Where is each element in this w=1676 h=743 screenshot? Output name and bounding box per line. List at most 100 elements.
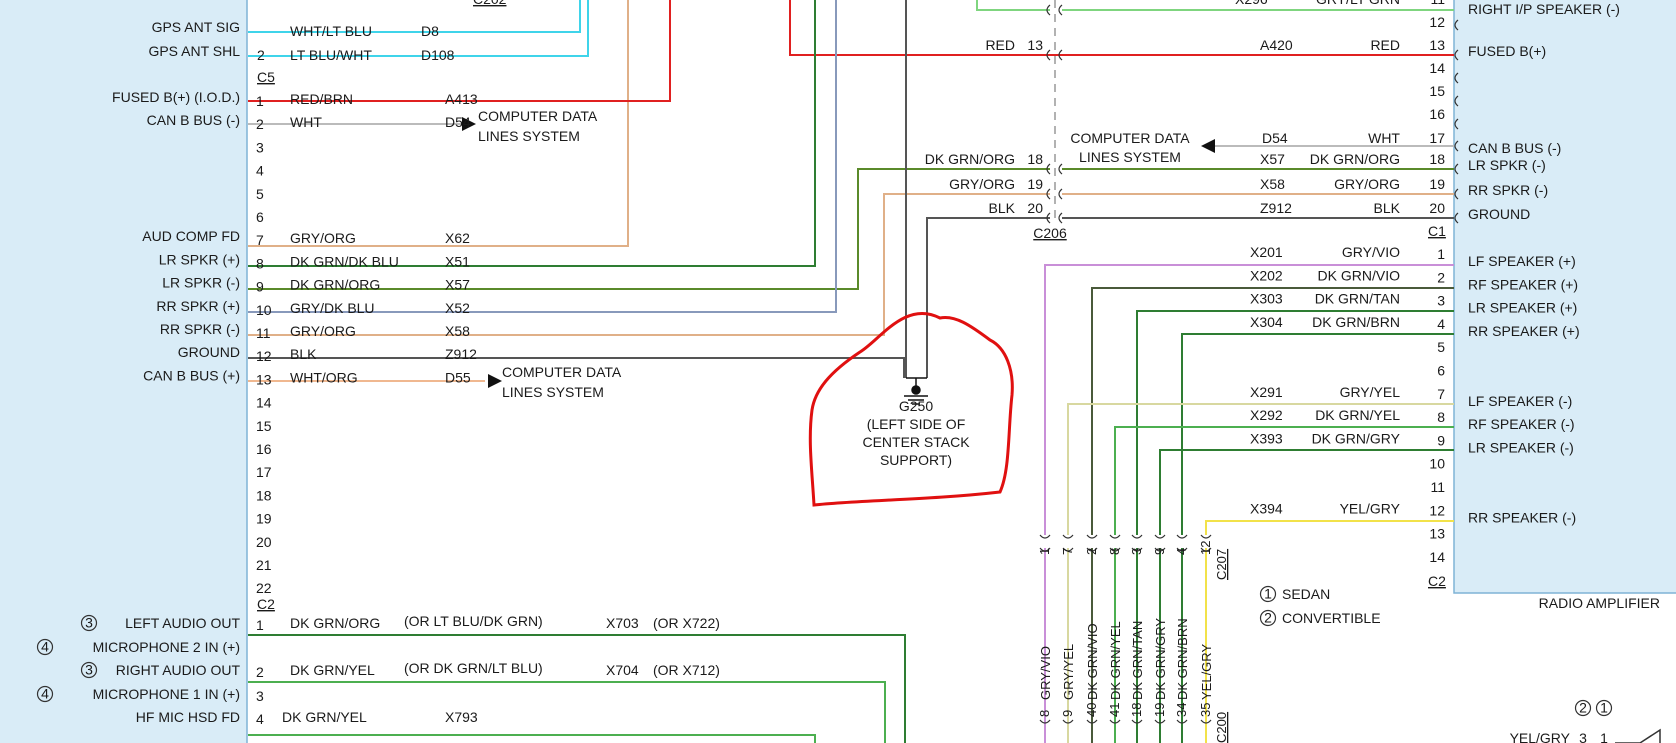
pin-label: LR SPKR (-) — [162, 275, 240, 291]
connector-label: C1 — [1428, 223, 1446, 239]
pin-number: 14 — [1429, 60, 1445, 76]
pin-number: 8 — [256, 255, 264, 271]
wire-color: YEL/GRY — [1510, 730, 1571, 743]
wire-color-alt: (OR DK GRN/LT BLU) — [404, 660, 543, 676]
wire-color: DK GRN/ORG — [290, 277, 380, 293]
amp-pin-label: RR SPEAKER (+) — [1468, 323, 1580, 339]
pin-label: RIGHT AUDIO OUT — [116, 662, 241, 678]
pin-number: 3 — [256, 139, 264, 155]
pin-number: 17 — [256, 464, 272, 480]
connector-label: C2 — [257, 596, 275, 612]
circuit-id: X303 — [1250, 291, 1283, 307]
pin-number: 13 — [1027, 37, 1043, 53]
note-number: 1 — [1264, 586, 1272, 602]
pin-number: 35 — [1198, 703, 1213, 717]
pin-number: 1 — [1437, 246, 1445, 262]
connector-label: C202 — [473, 0, 507, 7]
amp-pin-label: LR SPEAKER (+) — [1468, 300, 1577, 316]
note-text: SEDAN — [1282, 586, 1330, 602]
circuit-id: A413 — [445, 91, 478, 107]
circuit-id: X57 — [1260, 151, 1285, 167]
circuit-id: X52 — [445, 300, 470, 316]
wire-color-alt: (OR LT BLU/DK GRN) — [404, 613, 543, 629]
pin-number: 9 — [256, 279, 264, 295]
wire-color: DK GRN/ORG — [1310, 151, 1400, 167]
pin-number: 3 — [1437, 293, 1445, 309]
circuit-id: X292 — [1250, 407, 1283, 423]
pin-number: 18 — [1429, 151, 1445, 167]
circuit-id-alt: (OR X712) — [653, 662, 720, 678]
pin-label: CAN B BUS (+) — [143, 367, 240, 383]
pin-label: AUD COMP FD — [142, 228, 240, 244]
amp-pin-label: RR SPKR (-) — [1468, 182, 1548, 198]
pin-label: RR SPKR (+) — [156, 298, 240, 314]
circuit-id: X296 — [1235, 0, 1268, 7]
circuit-id: A420 — [1260, 37, 1293, 53]
pin-number: 11 — [1430, 479, 1445, 495]
system-ref: COMPUTER DATA — [502, 364, 622, 380]
arrow-left-icon — [1201, 139, 1215, 153]
pin-number: 18 — [256, 487, 272, 503]
pin-number: 22 — [256, 580, 272, 596]
circuit-id: X202 — [1250, 267, 1283, 283]
wire-color: DK GRN/GRY — [1153, 618, 1168, 700]
pin-number: 8 — [1037, 710, 1052, 717]
connector-label: C5 — [257, 69, 275, 85]
pin-number: 20 — [256, 534, 272, 550]
connector-label: C200 — [1214, 712, 1229, 743]
pin-number: 7 — [1437, 386, 1445, 402]
pin-number: 8 — [1107, 548, 1122, 555]
pin-number: 4 — [1174, 548, 1189, 555]
pin-label: MICROPHONE 1 IN (+) — [93, 686, 240, 702]
circuit-id: X51 — [445, 253, 470, 269]
circuit-id: X393 — [1250, 430, 1283, 446]
circuit-id: D8 — [421, 23, 439, 39]
connector-label: C207 — [1214, 549, 1229, 580]
wire-color: DK GRN/BRN — [1175, 618, 1190, 700]
system-ref: COMPUTER DATA — [478, 108, 598, 124]
note-number: 4 — [41, 639, 49, 655]
pin-number: 18 — [1129, 703, 1144, 717]
pin-number: 1 — [1037, 548, 1052, 555]
wire-color: GRY/DK BLU — [290, 300, 375, 316]
pin-number: 2 — [256, 664, 264, 680]
amp-pin-label: RIGHT I/P SPEAKER (-) — [1468, 1, 1620, 17]
wire-color: GRY/LT GRN — [1316, 0, 1400, 7]
system-ref: LINES SYSTEM — [502, 384, 604, 400]
note-text: CONVERTIBLE — [1282, 610, 1381, 626]
pin-label: GPS ANT SIG — [152, 19, 240, 35]
wire-color: GRY/YEL — [1340, 384, 1401, 400]
amp-pin-label: RF SPEAKER (-) — [1468, 416, 1575, 432]
amp-pin-label: CAN B BUS (-) — [1468, 140, 1561, 156]
circuit-id: X704 — [606, 662, 639, 678]
arrow-right-icon — [488, 374, 502, 388]
ground-location: CENTER STACK — [862, 434, 970, 450]
pin-number: 41 — [1107, 703, 1122, 717]
pin-number: 3 — [1579, 730, 1587, 743]
wire-color: GRY/YEL — [1061, 644, 1076, 700]
system-ref: COMPUTER DATA — [1070, 130, 1190, 146]
pin-number: 12 — [1429, 14, 1445, 30]
pin-number: 40 — [1084, 703, 1099, 717]
pin-number: 5 — [1437, 339, 1445, 355]
wire-color: LT BLU/WHT — [290, 47, 372, 63]
pin-number: 7 — [256, 232, 264, 248]
pin-number: 14 — [256, 395, 272, 411]
connector-label: C2 — [1428, 573, 1446, 589]
circuit-id: Z912 — [445, 346, 477, 362]
amp-pin-label: LR SPKR (-) — [1468, 157, 1546, 173]
pin-number: 11 — [1430, 0, 1445, 7]
wire-color: DK GRN/TAN — [1130, 621, 1145, 700]
pin-number: 1 — [256, 93, 264, 109]
circuit-id: X304 — [1250, 314, 1283, 330]
wire-color: GRY/ORG — [290, 230, 356, 246]
module-title: RADIO AMPLIFIER — [1539, 595, 1660, 611]
wire-color: DK GRN/ORG — [290, 615, 380, 631]
circuit-id: X58 — [445, 323, 470, 339]
wire-color: RED — [1370, 37, 1400, 53]
pin-label: CAN B BUS (-) — [147, 112, 240, 128]
note-number: 1 — [1600, 700, 1608, 716]
note-number: 3 — [85, 662, 93, 678]
circuit-id: D54 — [1262, 130, 1288, 146]
pin-number: 15 — [256, 418, 272, 434]
